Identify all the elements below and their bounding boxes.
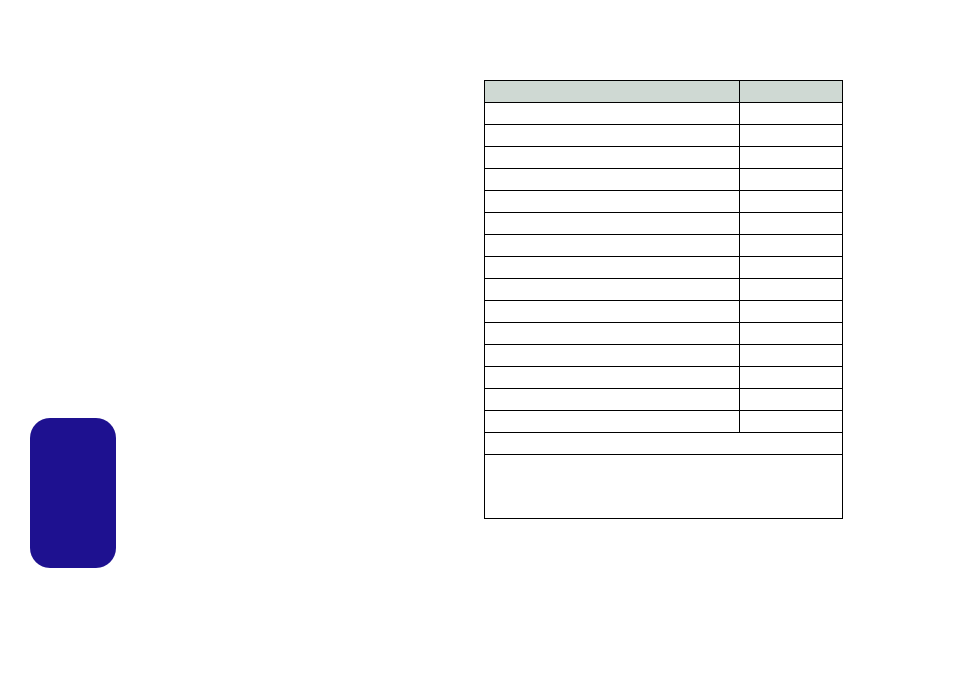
- table-row: [485, 411, 843, 433]
- table-cell: [485, 125, 740, 147]
- table-cell: [740, 389, 843, 411]
- table-cell: [485, 323, 740, 345]
- data-table: [484, 80, 843, 519]
- table-cell: [485, 345, 740, 367]
- table-row: [485, 323, 843, 345]
- table-footer-row: [485, 455, 843, 519]
- table-cell: [485, 389, 740, 411]
- table-cell: [740, 191, 843, 213]
- table-cell: [485, 279, 740, 301]
- table-row: [485, 235, 843, 257]
- table-cell: [485, 213, 740, 235]
- table-row: [485, 191, 843, 213]
- table-cell: [740, 147, 843, 169]
- table-cell: [740, 301, 843, 323]
- table-row: [485, 169, 843, 191]
- table-cell: [485, 411, 740, 433]
- table-footer-row: [485, 433, 843, 455]
- table-cell: [485, 367, 740, 389]
- table-footer-cell: [485, 455, 843, 519]
- table-cell: [485, 257, 740, 279]
- table-header-col2: [740, 81, 843, 103]
- table-footer-cell: [485, 433, 843, 455]
- table-header-col1: [485, 81, 740, 103]
- table-cell: [740, 169, 843, 191]
- table-cell: [485, 301, 740, 323]
- table-cell: [740, 367, 843, 389]
- table-cell: [740, 125, 843, 147]
- table-cell: [485, 169, 740, 191]
- table-header-row: [485, 81, 843, 103]
- table-cell: [740, 235, 843, 257]
- page: [0, 0, 954, 673]
- blue-rounded-block: [30, 418, 116, 568]
- table-row: [485, 389, 843, 411]
- table-row: [485, 345, 843, 367]
- table-row: [485, 367, 843, 389]
- table-row: [485, 125, 843, 147]
- table-cell: [485, 191, 740, 213]
- table-row: [485, 301, 843, 323]
- table-cell: [485, 103, 740, 125]
- table-row: [485, 257, 843, 279]
- table-cell: [740, 213, 843, 235]
- table-cell: [485, 235, 740, 257]
- table-cell: [740, 103, 843, 125]
- table-cell: [740, 323, 843, 345]
- table-row: [485, 213, 843, 235]
- table-cell: [485, 147, 740, 169]
- table-row: [485, 103, 843, 125]
- table-cell: [740, 257, 843, 279]
- table-cell: [740, 345, 843, 367]
- table-row: [485, 279, 843, 301]
- table-row: [485, 147, 843, 169]
- table-cell: [740, 279, 843, 301]
- table-cell: [740, 411, 843, 433]
